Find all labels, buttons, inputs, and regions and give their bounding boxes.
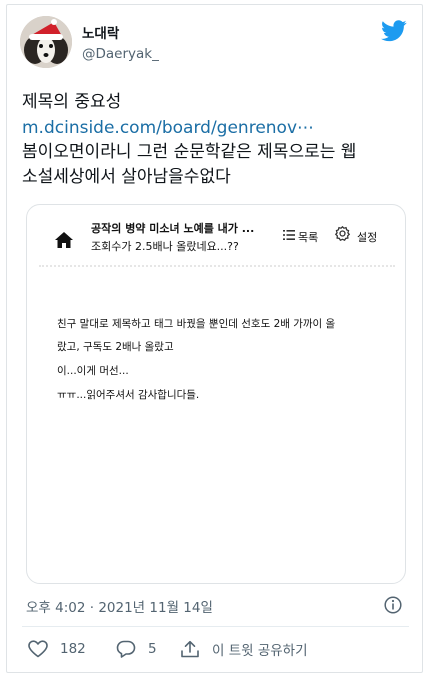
settings-label: 설정 (357, 231, 378, 244)
share-icon (181, 640, 199, 658)
like-count: 182 (60, 641, 86, 657)
info-icon[interactable] (384, 596, 402, 614)
share-button[interactable]: 이 트윗 공유하기 (180, 638, 308, 660)
twitter-bird-icon[interactable] (381, 20, 407, 42)
post-body-line: ㅠㅠ...읽어주셔서 감사합니다들. (57, 389, 200, 401)
divider (39, 265, 395, 267)
post-subtitle: 조회수가 2.5배나 올랐네요...?? (91, 240, 239, 253)
home-icon (55, 232, 73, 248)
list-label: 목록 (298, 231, 319, 244)
reply-button[interactable]: 5 (116, 638, 157, 660)
post-body-line: 이...이게 머선... (57, 365, 129, 377)
tweet-text-line: 제목의 중요성 (22, 92, 122, 112)
post-title: 공작의 병약 미소녀 노예를 내가 ... (91, 222, 255, 235)
user-handle[interactable]: @Daeryak_ (82, 46, 159, 62)
like-button[interactable]: 182 (28, 638, 86, 660)
divider (22, 626, 409, 627)
embedded-screenshot-card[interactable]: 공작의 병약 미소녀 노예를 내가 ... 조회수가 2.5배나 올랐네요...… (26, 204, 406, 584)
post-body-line: 랐고, 구독도 2배나 올랐고 (57, 341, 174, 353)
list-icon (283, 230, 295, 240)
tweet-text-line: 봄이오면이라니 그런 순문학같은 제목으로는 웹 (22, 142, 357, 162)
avatar[interactable] (20, 16, 72, 68)
user-name[interactable]: 노대락 (82, 22, 119, 42)
tweet-link[interactable]: m.dcinside.com/board/genrenov⋯ (22, 117, 314, 139)
tweet-text-line: 소설세상에서 살아남을수없다 (22, 167, 231, 187)
gear-icon (334, 225, 351, 242)
post-body-line: 친구 말대로 제목하고 태그 바꿨을 뿐인데 선호도 2배 가까이 올 (57, 318, 336, 330)
share-label: 이 트윗 공유하기 (212, 643, 308, 659)
reply-icon (116, 640, 136, 658)
heart-icon (28, 640, 48, 658)
tweet-timestamp[interactable]: 오후 4:02 · 2021년 11월 14일 (26, 596, 213, 616)
reply-count: 5 (148, 641, 157, 657)
